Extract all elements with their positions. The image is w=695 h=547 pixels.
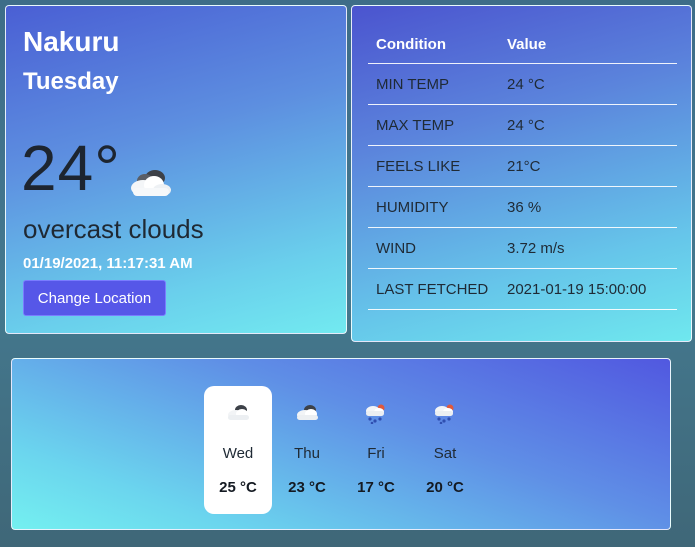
- row-value: 36 %: [499, 186, 677, 228]
- current-temperature: 24°: [21, 132, 121, 204]
- table-row: MIN TEMP 24 °C: [368, 63, 677, 105]
- forecast-temp: 23 °C: [288, 479, 326, 496]
- row-value: 24 °C: [499, 63, 677, 105]
- row-label: MAX TEMP: [368, 104, 499, 146]
- table-row: LAST FETCHED 2021-01-19 15:00:00: [368, 268, 677, 310]
- weather-description: overcast clouds: [23, 214, 204, 244]
- current-weather-card: Nakuru Tuesday 24° overcast clouds 01/19…: [5, 5, 347, 334]
- row-value: 3.72 m/s: [499, 227, 677, 269]
- table-row: HUMIDITY 36 %: [368, 186, 677, 228]
- forecast-card: Wed 25 °C Thu 23 °C Fri 17 °C Sat 20 °C: [11, 358, 671, 530]
- forecast-day-label: Fri: [367, 445, 385, 462]
- forecast-day-label: Thu: [294, 445, 320, 462]
- row-value: 2021-01-19 15:00:00: [499, 268, 677, 310]
- conditions-table: Condition Value MIN TEMP 24 °C MAX TEMP 24…: [368, 26, 677, 310]
- row-label: FEELS LIKE: [368, 145, 499, 187]
- table-row: FEELS LIKE 21°C: [368, 145, 677, 187]
- row-label: LAST FETCHED: [368, 268, 499, 310]
- forecast-day-sat[interactable]: Sat 20 °C: [411, 386, 479, 514]
- row-value: 21°C: [499, 145, 677, 187]
- forecast-temp: 17 °C: [357, 479, 395, 496]
- column-header-value: Value: [499, 26, 677, 64]
- row-label: WIND: [368, 227, 499, 269]
- cloud-icon: [228, 405, 249, 420]
- column-header-condition: Condition: [368, 26, 499, 64]
- change-location-button[interactable]: Change Location: [23, 280, 166, 316]
- rain-icon: [435, 404, 454, 424]
- row-value: 24 °C: [499, 104, 677, 146]
- details-card: Condition Value MIN TEMP 24 °C MAX TEMP 24…: [351, 5, 692, 342]
- timestamp: 01/19/2021, 11:17:31 AM: [23, 255, 193, 272]
- cloud-icon: [131, 170, 171, 196]
- forecast-temp: 20 °C: [426, 479, 464, 496]
- forecast-day-wed[interactable]: Wed 25 °C: [204, 386, 272, 514]
- table-header-row: Condition Value: [368, 26, 677, 64]
- table-row: WIND 3.72 m/s: [368, 227, 677, 269]
- forecast-day-label: Sat: [433, 445, 457, 462]
- forecast-day-fri[interactable]: Fri 17 °C: [342, 386, 410, 514]
- forecast-day-label: Wed: [222, 445, 254, 462]
- rain-icon: [366, 404, 385, 424]
- row-label: HUMIDITY: [368, 186, 499, 228]
- table-row: MAX TEMP 24 °C: [368, 104, 677, 146]
- cloud-icon: [297, 405, 318, 420]
- row-label: MIN TEMP: [368, 63, 499, 105]
- forecast-day-thu[interactable]: Thu 23 °C: [273, 386, 341, 514]
- city-name: Nakuru: [23, 26, 120, 57]
- forecast-temp: 25 °C: [219, 479, 257, 496]
- day-name: Tuesday: [23, 68, 119, 95]
